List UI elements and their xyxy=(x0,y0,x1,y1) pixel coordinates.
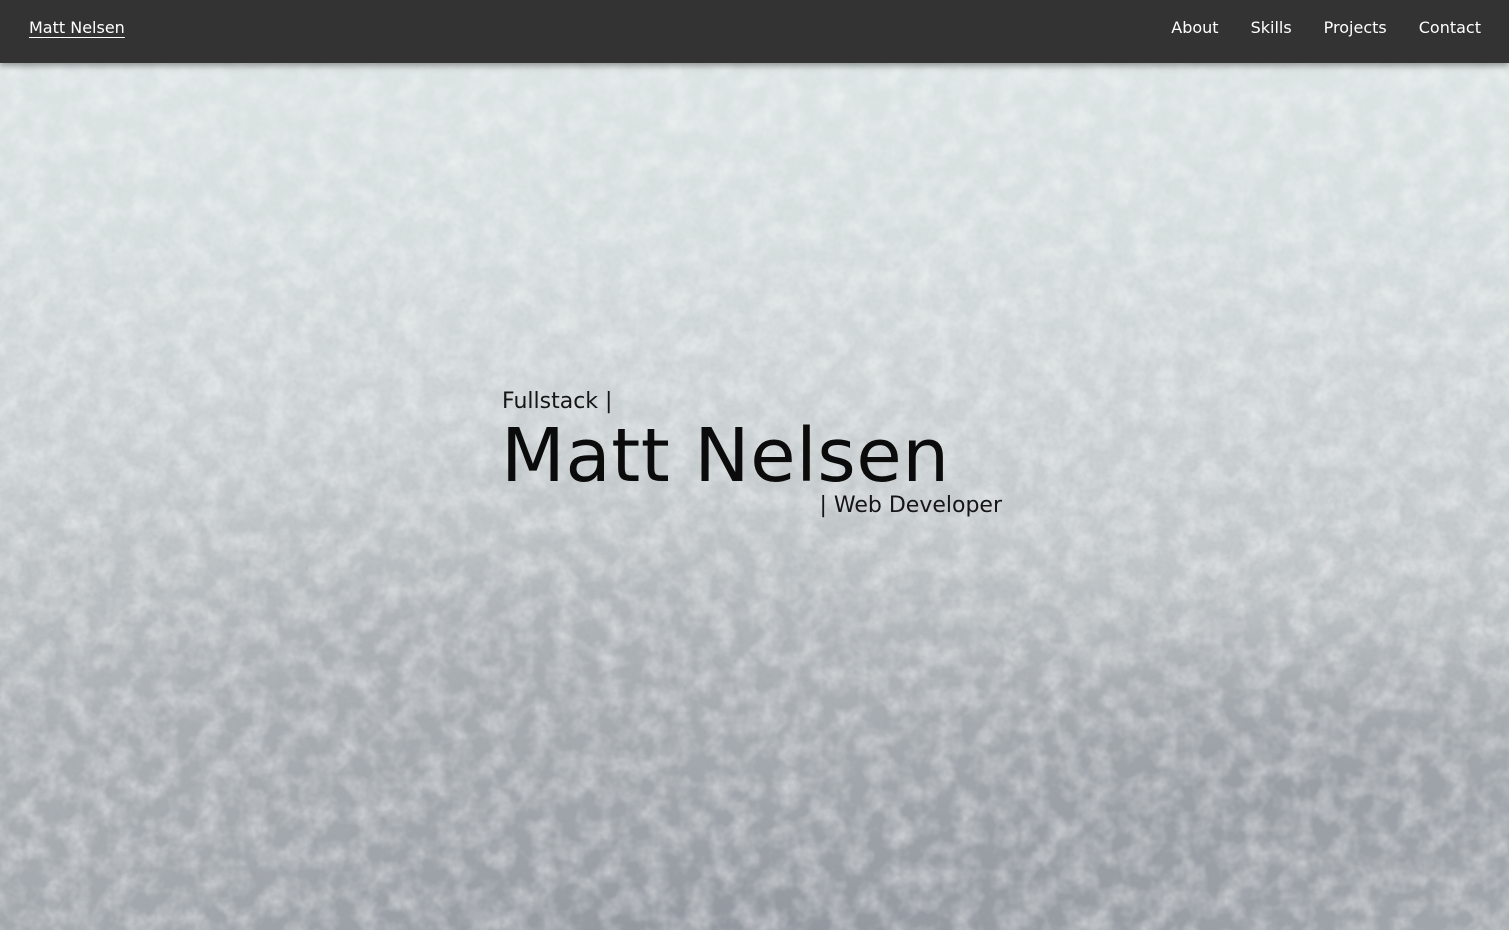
brand-link[interactable]: Matt Nelsen xyxy=(29,18,125,37)
top-navbar: Matt Nelsen About Skills Projects Contac… xyxy=(0,0,1509,63)
page: Matt Nelsen About Skills Projects Contac… xyxy=(0,0,1509,930)
nav-link-skills[interactable]: Skills xyxy=(1251,18,1292,37)
nav-link-contact[interactable]: Contact xyxy=(1419,18,1481,37)
hero-name-heading: Matt Nelsen xyxy=(501,413,950,499)
nav-link-about[interactable]: About xyxy=(1171,18,1218,37)
hero-text-block: Fullstack | Matt Nelsen | Web Developer xyxy=(501,386,1006,522)
nav-links: About Skills Projects Contact xyxy=(1171,18,1481,37)
nav-link-projects[interactable]: Projects xyxy=(1324,18,1387,37)
